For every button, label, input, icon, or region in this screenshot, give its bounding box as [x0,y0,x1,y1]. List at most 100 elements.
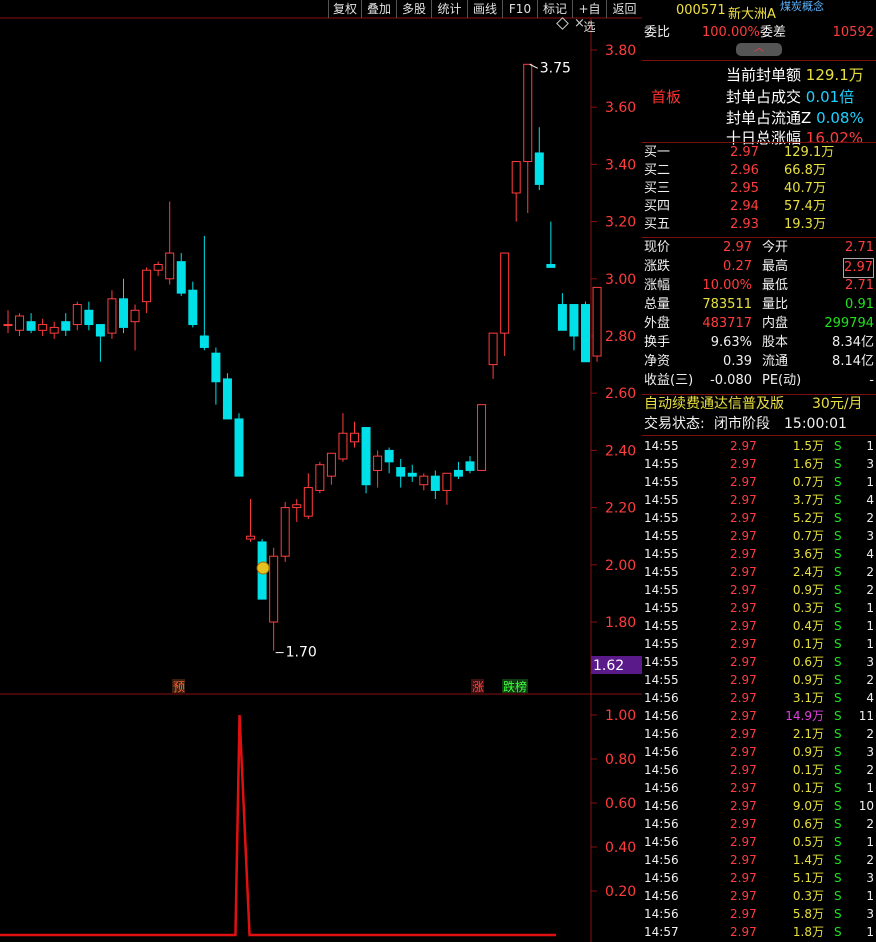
tick-price: 2.97 [730,655,757,669]
stat-value: 9.63% [710,335,752,350]
tick-time: 14:56 [644,799,679,813]
subscription-price[interactable]: 30元/月 [812,395,863,413]
tick-count: 2 [866,673,874,687]
tick-row: 14:55 2.97 3.7万 S 4 [642,491,876,509]
tick-time: 14:56 [644,835,679,849]
low-price-label: 1.70 [286,645,317,661]
stat-row: 换手 9.63% 股本 8.34亿 [642,334,876,352]
candle-down [211,352,221,383]
tick-volume: 0.7万 [792,475,824,489]
toolbar-button[interactable]: 画线 [467,0,502,18]
bid-price: 2.94 [730,199,759,214]
tick-price: 2.97 [730,439,757,453]
tick-side: S [834,439,842,453]
stat-value: 0.27 [723,259,752,274]
tick-volume: 5.8万 [792,907,824,921]
trade-status-label: 交易状态: [644,416,705,432]
tick-count: 1 [866,619,874,633]
stat-row: 收益(三) -0.080 PE(动) - [642,372,876,390]
tick-price: 2.97 [730,925,757,939]
candle-up [442,472,452,491]
toolbar-button[interactable]: 多股 [396,0,431,18]
toolbar-button[interactable]: 复权 [328,0,361,18]
price-tick-label: 1.80 [605,615,636,631]
quote-panel: 000571 新大洲A 煤炭概念 委比 100.00% 委差 10592 ︿ 首… [642,0,876,942]
kline-chart[interactable]: 3.80 3.60 3.40 3.20 3.00 2.80 2.60 2.40 2.20 2.00… [0,0,642,942]
bid-price: 2.97 [730,145,759,160]
subscription-text[interactable]: 自动续费通达信普及版 [644,395,784,413]
tick-time: 14:55 [644,655,679,669]
tick-price: 2.97 [730,709,757,723]
price-tick-label: 2.60 [605,386,636,402]
tick-time: 14:55 [644,493,679,507]
toolbar-button[interactable]: 标记 [537,0,572,18]
candle-up [592,286,602,357]
bid-row: 买三 2.95 40.7万 [642,180,876,198]
tick-time: 14:55 [644,511,679,525]
tick-count: 1 [866,781,874,795]
candle-up [3,324,13,327]
stat-value: 483717 [702,316,752,331]
seal-vs-float-label: 封单占流通Z [726,109,812,127]
bid-label: 买四 [644,199,671,214]
toolbar-button[interactable]: F10 [502,0,537,18]
tick-volume: 0.9万 [792,583,824,597]
tick-row: 14:57 2.97 1.8万 S 1 [642,923,876,941]
candle-down [61,321,71,331]
candle-down [234,418,244,477]
toolbar-button[interactable]: 叠加 [361,0,396,18]
tick-row: 14:55 2.97 0.1万 S 1 [642,635,876,653]
divider [642,237,876,238]
tick-price: 2.97 [730,835,757,849]
marker-yu: 预 [173,680,185,694]
marker-zhang: 涨 [472,679,484,694]
tick-side: S [834,781,842,795]
tick-count: 3 [866,457,874,471]
tick-time: 14:56 [644,727,679,741]
tick-side: S [834,835,842,849]
tick-count: 11 [858,709,874,723]
toolbar-button[interactable]: 返回 [606,0,642,18]
stat-row: 外盘 483717 内盘 299794 [642,315,876,333]
tick-row: 14:55 2.97 0.6万 S 3 [642,653,876,671]
bid-volume: 19.3万 [784,217,826,232]
tick-row: 14:56 2.97 0.1万 S 2 [642,761,876,779]
candle-up [107,298,117,334]
tick-row: 14:56 2.97 5.8万 S 3 [642,905,876,923]
tick-row: 14:56 2.97 9.0万 S 10 [642,797,876,815]
candle-up [488,332,498,366]
candle-down [95,324,105,337]
tick-row: 14:55 2.97 0.9万 S 2 [642,581,876,599]
tick-volume: 1.6万 [792,457,824,471]
tick-count: 2 [866,817,874,831]
stat-label: 最低 [762,278,789,293]
candle-down [430,475,440,491]
subscription-row[interactable]: 自动续费通达信普及版 30元/月 [642,395,876,415]
bid-row: 买二 2.96 66.8万 [642,162,876,180]
tick-time: 14:55 [644,457,679,471]
money-bag-icon [256,561,270,575]
price-tick-label: 3.00 [605,272,636,288]
close-icon[interactable]: × [574,16,585,31]
toolbar-button[interactable]: 统计 [431,0,467,18]
bid-label: 买一 [644,145,671,160]
tick-time: 14:56 [644,817,679,831]
tick-volume: 3.7万 [792,493,824,507]
stock-concept[interactable]: 煤炭概念 [780,0,824,14]
candle-up [49,326,59,334]
tick-volume: 0.1万 [792,637,824,651]
candlestick-series [3,63,602,651]
candle-up [419,475,429,486]
tick-count: 2 [866,511,874,525]
tick-price: 2.97 [730,547,757,561]
tick-time: 14:55 [644,583,679,597]
indicator-tick-label: 0.20 [605,884,636,900]
chevron-up-icon[interactable]: ︿ [736,43,782,56]
candle-down [222,378,232,420]
bid-volume: 66.8万 [784,163,826,178]
candle-down [581,304,590,363]
tick-side: S [834,565,842,579]
tick-count: 3 [866,655,874,669]
tick-count: 1 [866,835,874,849]
tick-price: 2.97 [730,889,757,903]
